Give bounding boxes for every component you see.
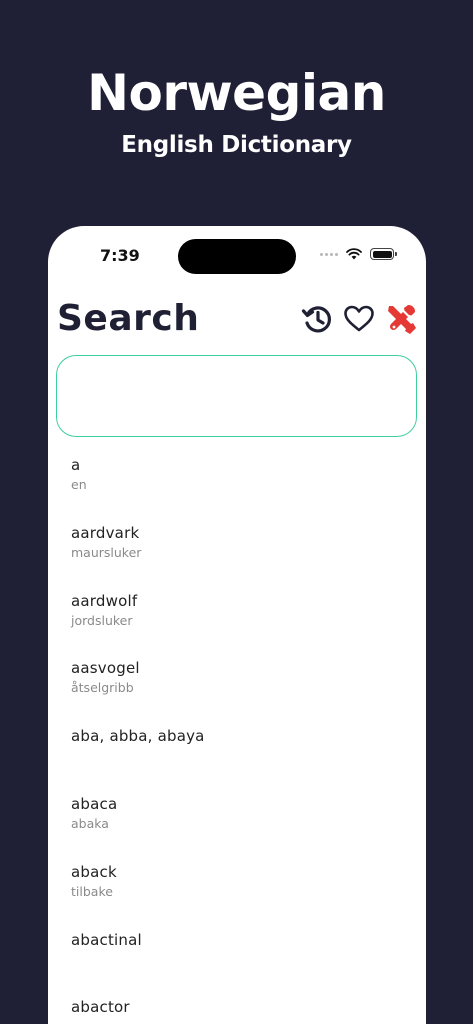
- toolbar: [300, 302, 418, 336]
- settings-button[interactable]: [384, 302, 418, 336]
- favorites-button[interactable]: [342, 302, 376, 336]
- list-item[interactable]: aback tilbake: [48, 859, 426, 927]
- wifi-icon: [346, 248, 362, 260]
- search-input[interactable]: [56, 355, 417, 437]
- word-english: aardwolf: [71, 591, 138, 610]
- promo-title: Norwegian: [87, 64, 386, 122]
- word-translation: en: [71, 477, 87, 492]
- word-english: a: [71, 456, 81, 474]
- word-translation: jordsluker: [71, 612, 133, 628]
- word-english: aardvark: [71, 523, 140, 542]
- list-item[interactable]: abaca abaka: [48, 791, 426, 859]
- list-item[interactable]: aardvark maursluker: [48, 520, 426, 588]
- heart-icon: [344, 305, 374, 332]
- word-english: aasvogel: [71, 659, 140, 678]
- tools-icon: [388, 304, 416, 334]
- promo-subtitle: English Dictionary: [121, 132, 352, 158]
- word-english: aback: [71, 862, 117, 881]
- signal-icon: [320, 252, 338, 256]
- word-english: abactor: [71, 998, 130, 1017]
- page-title: Search: [57, 298, 200, 339]
- list-item[interactable]: abactinal: [48, 927, 426, 995]
- word-english: aba, abba, abaya: [71, 727, 205, 746]
- word-translation: åtselgribb: [71, 680, 134, 696]
- history-icon: [301, 306, 331, 333]
- word-translation: tilbake: [71, 883, 113, 899]
- list-item[interactable]: aardwolf jordsluker: [48, 588, 426, 656]
- phone-screen: 7:39 Search a en aardvark maursluker aar…: [48, 226, 426, 1024]
- word-english: abactinal: [71, 930, 142, 949]
- word-translation: abaka: [71, 815, 109, 831]
- status-time: 7:39: [100, 246, 140, 265]
- word-list: a en aardvark maursluker aardwolf jordsl…: [48, 452, 426, 1024]
- dynamic-island: [178, 239, 296, 274]
- list-item[interactable]: aasvogel åtselgribb: [48, 655, 426, 723]
- list-item[interactable]: aba, abba, abaya: [48, 723, 426, 791]
- list-item[interactable]: abactor: [48, 994, 426, 1024]
- history-button[interactable]: [300, 302, 334, 336]
- status-icons: [320, 248, 397, 260]
- list-item[interactable]: a en: [48, 452, 426, 520]
- battery-icon: [370, 248, 397, 260]
- word-translation: maursluker: [71, 544, 142, 560]
- word-english: abaca: [71, 794, 118, 813]
